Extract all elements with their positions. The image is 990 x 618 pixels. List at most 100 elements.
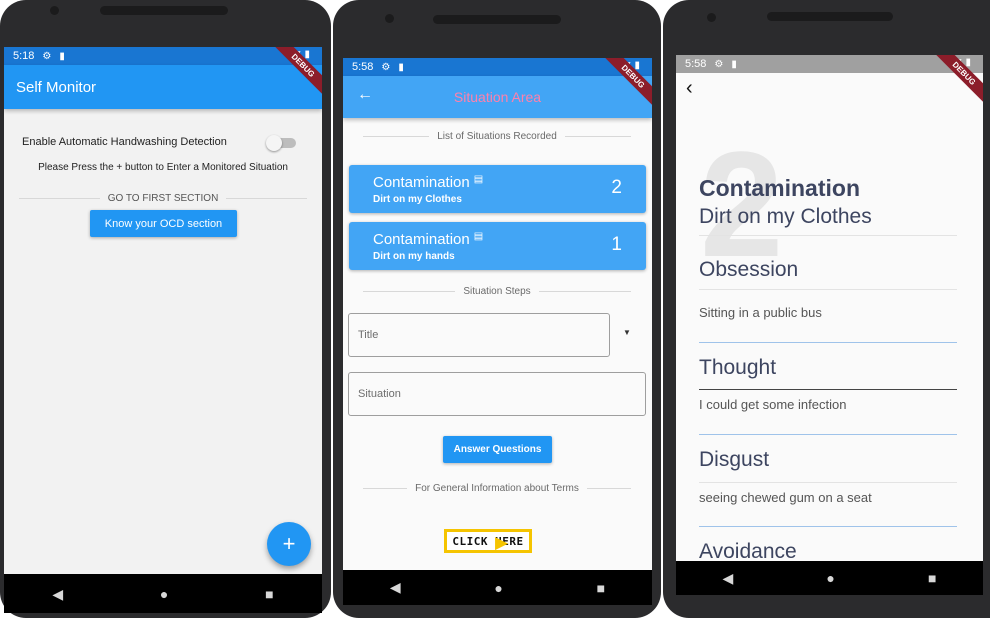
nav-back-icon[interactable]: ◀ bbox=[390, 579, 401, 596]
app-bar: Self Monitor bbox=[4, 65, 322, 109]
camera bbox=[50, 6, 59, 15]
divider-line bbox=[226, 198, 308, 199]
divider-line bbox=[363, 488, 408, 489]
situation-placeholder: Situation bbox=[358, 388, 401, 400]
screen-3: 5:58 ⚙ ▮ ▼▮ DEBUG ‹ 2 Contamination Dirt… bbox=[676, 55, 983, 595]
situation-subtitle: Dirt on my Clothes bbox=[373, 194, 462, 205]
sd-card-icon: ▮ bbox=[731, 58, 737, 70]
big-number: 2 bbox=[700, 120, 784, 288]
situation-title: Contamination ▤ bbox=[373, 231, 483, 248]
section-label: Disgust bbox=[699, 448, 770, 471]
divider-line bbox=[19, 198, 100, 199]
title-field[interactable]: Title bbox=[348, 313, 610, 357]
label-rule bbox=[699, 289, 957, 290]
app-bar: ← Situation Area bbox=[343, 76, 652, 118]
nav-home-icon[interactable]: ● bbox=[160, 586, 168, 602]
gear-icon: ⚙ bbox=[714, 58, 724, 70]
nav-back-icon[interactable]: ◀ bbox=[723, 570, 734, 587]
steps-divider: Situation Steps bbox=[363, 286, 632, 297]
status-bar: 5:58 ⚙ ▮ ▼▮ bbox=[676, 55, 983, 73]
sd-card-icon: ▮ bbox=[59, 50, 65, 62]
click-here-button[interactable]: CLICK HERE ▶ bbox=[444, 529, 532, 553]
speaker bbox=[767, 12, 893, 21]
nav-home-icon[interactable]: ● bbox=[494, 580, 502, 596]
screen-2: 5:58 ⚙ ▮ ▼▮ ← Situation Area DEBUG List … bbox=[343, 58, 652, 605]
speaker bbox=[100, 6, 228, 15]
section-value: I could get some infection bbox=[699, 397, 847, 412]
recorded-label: List of Situations Recorded bbox=[437, 131, 557, 142]
handwash-toggle[interactable] bbox=[266, 135, 296, 151]
situation-field[interactable]: Situation bbox=[348, 372, 646, 416]
nav-bar: ◀ ● ■ bbox=[4, 574, 322, 613]
nav-back-icon[interactable]: ◀ bbox=[52, 586, 63, 603]
situation-title: Contamination ▤ bbox=[373, 174, 483, 191]
divider-line bbox=[586, 488, 631, 489]
situation-title-text: Contamination bbox=[373, 231, 470, 248]
divider-line bbox=[363, 291, 456, 292]
info-label: For General Information about Terms bbox=[415, 483, 579, 494]
add-fab[interactable]: + bbox=[267, 522, 311, 566]
status-bar: 5:18 ⚙ ▮ ▼▮ bbox=[4, 47, 322, 65]
camera bbox=[385, 14, 394, 23]
instruction-text: Please Press the + button to Enter a Mon… bbox=[38, 162, 288, 173]
section-value: seeing chewed gum on a seat bbox=[699, 490, 872, 505]
situation-count: 2 bbox=[611, 177, 622, 198]
app-title: Situation Area bbox=[453, 89, 542, 105]
section-label: Obsession bbox=[699, 258, 799, 281]
gear-icon: ⚙ bbox=[381, 61, 391, 73]
label-rule bbox=[699, 389, 957, 390]
divider-line bbox=[538, 291, 632, 292]
know-ocd-button[interactable]: Know your OCD section bbox=[90, 210, 237, 237]
phone-1: 5:18 ⚙ ▮ ▼▮ Self Monitor DEBUG Enable Au… bbox=[0, 0, 331, 618]
title-placeholder: Title bbox=[358, 329, 379, 341]
situation-card[interactable]: Contamination ▤ Dirt on my Clothes 2 bbox=[349, 165, 646, 213]
handwash-label: Enable Automatic Handwashing Detection bbox=[22, 136, 227, 148]
status-time: 5:18 bbox=[13, 50, 35, 62]
answer-questions-button[interactable]: Answer Questions bbox=[443, 436, 552, 463]
stage: 5:18 ⚙ ▮ ▼▮ Self Monitor DEBUG Enable Au… bbox=[0, 0, 990, 618]
recorded-divider: List of Situations Recorded bbox=[363, 131, 632, 142]
camera bbox=[707, 13, 716, 22]
divider-line bbox=[363, 136, 430, 137]
situation-subtitle: Dirt on my hands bbox=[373, 251, 455, 262]
click-here-label: CLICK HERE bbox=[452, 534, 524, 548]
section-separator bbox=[699, 342, 957, 343]
situation-title-text: Contamination bbox=[373, 174, 470, 191]
detail-subheading: Dirt on my Clothes bbox=[699, 205, 872, 228]
dropdown-arrow-icon[interactable]: ▼ bbox=[623, 328, 631, 337]
plus-icon: + bbox=[282, 531, 296, 556]
steps-label: Situation Steps bbox=[463, 286, 531, 297]
nav-bar: ◀ ● ■ bbox=[676, 561, 983, 595]
status-time: 5:58 bbox=[685, 58, 707, 70]
status-bar: 5:58 ⚙ ▮ ▼▮ bbox=[343, 58, 652, 76]
status-time: 5:58 bbox=[352, 61, 374, 73]
speaker bbox=[433, 15, 561, 24]
nav-recents-icon[interactable]: ■ bbox=[265, 586, 273, 602]
nav-bar: ◀ ● ■ bbox=[343, 570, 652, 605]
detail-heading: Contamination bbox=[699, 175, 860, 201]
section-label: Thought bbox=[699, 356, 777, 379]
heading-rule bbox=[699, 235, 957, 236]
comment-icon: ▤ bbox=[473, 231, 484, 242]
nav-recents-icon[interactable]: ■ bbox=[597, 580, 605, 596]
situation-card[interactable]: Contamination ▤ Dirt on my hands 1 bbox=[349, 222, 646, 270]
play-icon: ▶ bbox=[495, 533, 509, 552]
app-title: Self Monitor bbox=[16, 79, 97, 96]
situation-count: 1 bbox=[611, 234, 622, 255]
phone-3: 5:58 ⚙ ▮ ▼▮ DEBUG ‹ 2 Contamination Dirt… bbox=[663, 0, 990, 618]
back-chevron-icon[interactable]: ‹ bbox=[686, 77, 693, 100]
screen-1: 5:18 ⚙ ▮ ▼▮ Self Monitor DEBUG Enable Au… bbox=[4, 47, 322, 613]
section-separator bbox=[699, 434, 957, 435]
toggle-thumb bbox=[266, 135, 282, 151]
nav-recents-icon[interactable]: ■ bbox=[928, 570, 936, 586]
sd-card-icon: ▮ bbox=[398, 61, 404, 73]
section-separator bbox=[699, 526, 957, 527]
nav-home-icon[interactable]: ● bbox=[826, 570, 834, 586]
section-label: GO TO FIRST SECTION bbox=[107, 193, 219, 204]
comment-icon: ▤ bbox=[473, 174, 484, 185]
divider-line bbox=[564, 136, 632, 137]
section-value: Sitting in a public bus bbox=[699, 305, 822, 320]
gear-icon: ⚙ bbox=[42, 50, 52, 62]
label-rule bbox=[699, 482, 957, 483]
phone-2: 5:58 ⚙ ▮ ▼▮ ← Situation Area DEBUG List … bbox=[333, 0, 661, 618]
